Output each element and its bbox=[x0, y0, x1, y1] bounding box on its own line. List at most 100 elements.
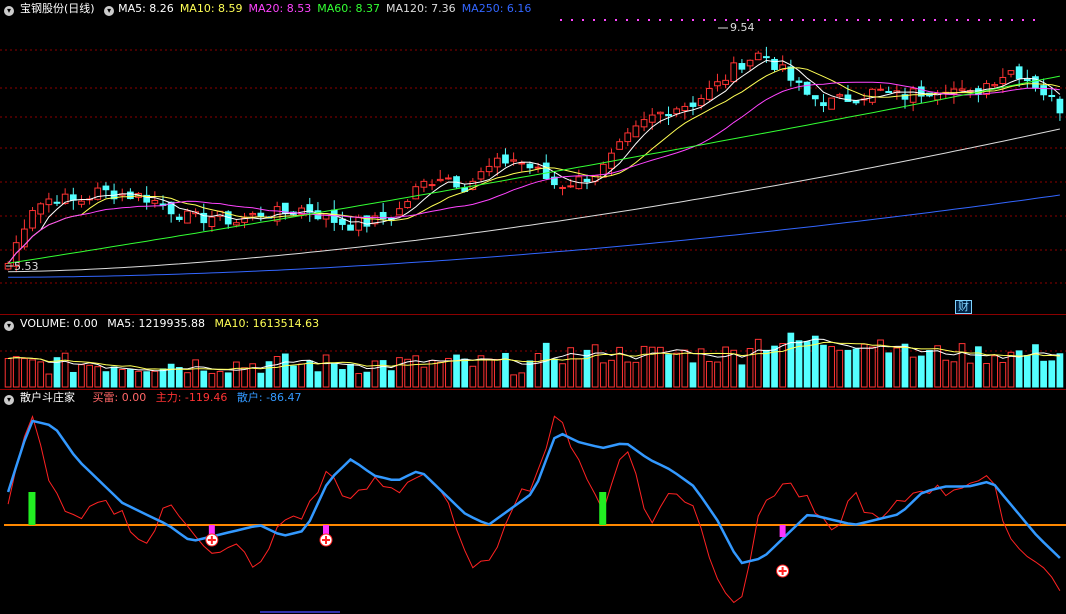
volume-bar bbox=[29, 359, 36, 388]
signal-dot bbox=[934, 19, 936, 21]
collapse-toggle-icon[interactable]: ▾ bbox=[4, 6, 14, 16]
finance-badge[interactable]: 财 bbox=[955, 300, 972, 314]
retail-line bbox=[6, 419, 1061, 565]
indicator-toggle-icon[interactable]: ▾ bbox=[4, 395, 14, 405]
volume-bar bbox=[893, 347, 901, 388]
signal-dot bbox=[1033, 19, 1035, 21]
volume-bar bbox=[575, 358, 583, 388]
signal-dot bbox=[769, 19, 771, 21]
volume-bar bbox=[330, 362, 338, 388]
volume-bar bbox=[779, 343, 787, 388]
candle bbox=[29, 210, 36, 229]
volume-bar bbox=[200, 370, 208, 388]
candle bbox=[21, 228, 28, 248]
price-panel[interactable]: ▾ 宝钢股份(日线) ▾ MA5: 8.26 MA10: 8.59 MA20: 8.53… bbox=[0, 0, 1066, 314]
candle bbox=[396, 208, 403, 216]
volume-panel[interactable]: ▾ VOLUME: 0.00 MA5: 1219935.88 MA10: 1613… bbox=[0, 315, 1066, 389]
volume-bar bbox=[387, 370, 395, 388]
volume-bar bbox=[958, 343, 966, 388]
volume-bar bbox=[926, 350, 933, 388]
candle bbox=[428, 184, 436, 187]
candle bbox=[567, 185, 575, 188]
signal-bar-green bbox=[28, 492, 36, 525]
volume-bar bbox=[1048, 360, 1056, 388]
candle bbox=[705, 88, 713, 100]
indicator-chart[interactable] bbox=[0, 390, 1066, 614]
volume-bar bbox=[45, 373, 53, 388]
candle bbox=[763, 56, 770, 59]
signal-dot bbox=[560, 19, 562, 21]
volume-bar bbox=[208, 372, 216, 388]
low-price-label: 5.53 bbox=[14, 260, 39, 273]
volume-bar bbox=[347, 363, 354, 388]
price-chart[interactable]: 9.54 5.53 bbox=[0, 0, 1066, 314]
volume-bar bbox=[608, 359, 615, 388]
volume-bar bbox=[534, 353, 542, 388]
candle bbox=[583, 178, 591, 183]
candle bbox=[1040, 85, 1047, 96]
volume-bar bbox=[216, 370, 224, 388]
volume-toggle-icon[interactable]: ▾ bbox=[4, 321, 14, 331]
buy-signal-bar bbox=[779, 525, 786, 537]
candle bbox=[436, 178, 444, 182]
volume-bar bbox=[950, 361, 958, 388]
signal-dot bbox=[978, 19, 980, 21]
signal-dot bbox=[582, 19, 584, 21]
volume-bar bbox=[681, 349, 689, 388]
ma-legend-item: MA10: 8.59 bbox=[179, 2, 243, 15]
settings-toggle-icon[interactable]: ▾ bbox=[104, 6, 115, 16]
candle bbox=[249, 212, 257, 216]
signal-dot bbox=[1000, 19, 1002, 21]
volume-bar bbox=[314, 371, 322, 388]
ma-legend-list: MA5: 8.26 MA10: 8.59 MA20: 8.53 MA60: 8.37 M… bbox=[118, 2, 537, 15]
signal-dot bbox=[604, 19, 606, 21]
candle bbox=[485, 165, 493, 173]
volume-bar bbox=[966, 362, 974, 388]
ma-legend-item: MA250: 6.16 bbox=[461, 2, 532, 15]
signal-dot bbox=[1022, 19, 1024, 21]
volume-bar bbox=[151, 370, 159, 388]
candle bbox=[184, 210, 191, 224]
candle bbox=[404, 201, 411, 209]
candle bbox=[1023, 79, 1031, 82]
signal-dot bbox=[637, 19, 639, 21]
volume-bar bbox=[86, 364, 93, 388]
signal-dot bbox=[923, 19, 925, 21]
volume-bar bbox=[355, 373, 363, 388]
candle bbox=[502, 154, 509, 164]
volume-bar bbox=[599, 362, 607, 388]
candle bbox=[673, 108, 681, 115]
signal-dot bbox=[879, 19, 881, 21]
signal-dot bbox=[802, 19, 804, 21]
scroll-indicator bbox=[260, 611, 340, 613]
volume-legend: ▾ VOLUME: 0.00 MA5: 1219935.88 MA10: 1613… bbox=[4, 317, 325, 331]
candle bbox=[697, 98, 705, 107]
volume-bar bbox=[371, 360, 379, 388]
candle bbox=[632, 125, 640, 138]
signal-dot bbox=[890, 19, 892, 21]
volume-bar bbox=[828, 346, 835, 388]
candle bbox=[689, 102, 697, 107]
candle bbox=[648, 114, 656, 123]
signal-dot bbox=[967, 19, 969, 21]
candle bbox=[339, 218, 346, 225]
volume-bar bbox=[518, 372, 526, 388]
indicator-panel[interactable]: ▾ 散户斗庄家 买雷: 0.00 主力: -119.46 散户: -86.47 bbox=[0, 390, 1066, 614]
volume-bar bbox=[763, 349, 770, 388]
candle bbox=[510, 159, 517, 162]
volume-bar bbox=[485, 358, 493, 388]
signal-dot bbox=[813, 19, 815, 21]
candle bbox=[836, 94, 844, 97]
signal-dot bbox=[868, 19, 870, 21]
indicator-main: 主力: -119.46 bbox=[155, 391, 228, 404]
volume-bar bbox=[175, 367, 183, 388]
candle bbox=[69, 194, 77, 201]
candle bbox=[852, 100, 860, 104]
candle bbox=[534, 166, 542, 169]
volume-bar bbox=[852, 348, 860, 388]
volume-bar bbox=[803, 341, 811, 388]
signal-dot bbox=[703, 19, 705, 21]
volume-ma10: MA10: 1613514.63 bbox=[214, 317, 320, 330]
volume-bar bbox=[901, 343, 909, 388]
signal-dot bbox=[824, 19, 826, 21]
